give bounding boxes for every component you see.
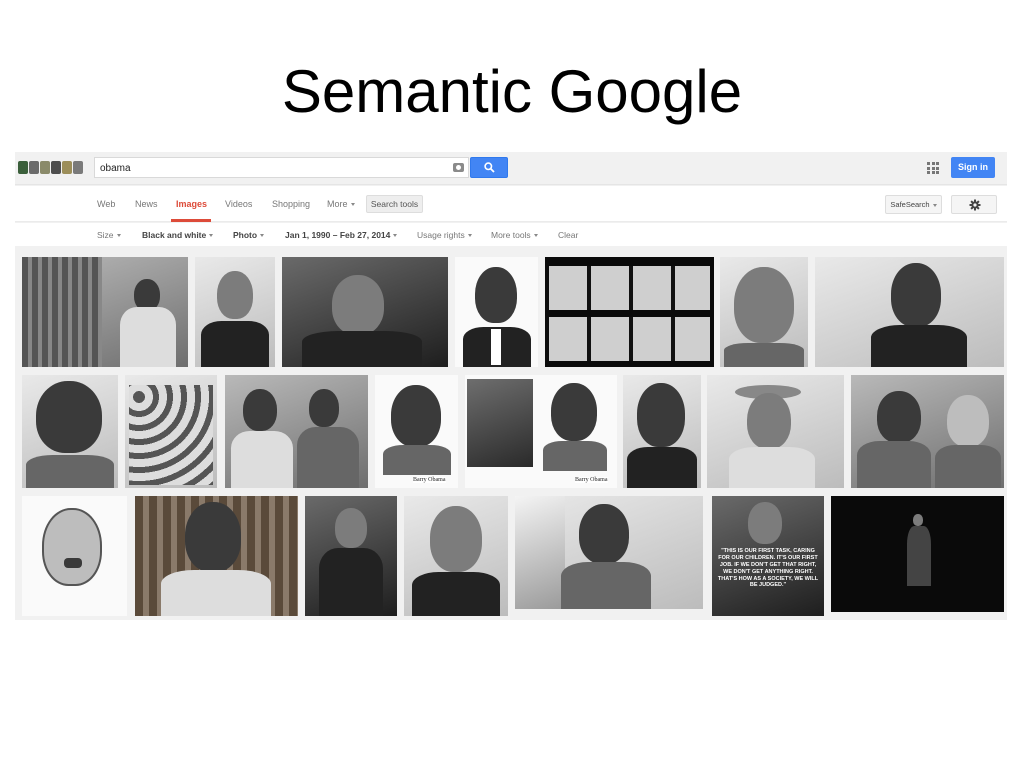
image-result[interactable] [707,375,844,488]
image-result[interactable] [22,375,118,488]
camera-icon[interactable] [453,163,464,172]
chevron-down-icon [209,234,214,238]
image-result[interactable] [455,257,538,367]
safesearch-button[interactable]: SafeSearch [885,195,942,214]
search-icon [484,162,495,173]
search-tabs-bar: Web News Images Videos Shopping More Sea… [15,186,1007,222]
search-input[interactable] [95,159,435,178]
filter-size-label: Size [97,230,114,240]
sign-in-button[interactable]: Sign in [951,157,995,178]
image-result[interactable] [225,375,368,488]
image-results-grid: Barry Obama Barry Obama "THIS IS OUR FIR… [15,246,1007,620]
chevron-down-icon [116,234,121,238]
image-result[interactable] [545,257,714,367]
image-result[interactable] [135,496,298,616]
image-result[interactable] [815,257,1004,367]
image-caption: Barry Obama [413,477,446,483]
image-result[interactable]: "THIS IS OUR FIRST TASK, CARING FOR OUR … [712,496,824,616]
filter-more-tools[interactable]: More tools [491,230,538,240]
settings-button[interactable] [951,195,997,214]
tab-more[interactable]: More [327,199,355,209]
image-result[interactable] [515,496,703,609]
image-result[interactable] [282,257,448,367]
image-result[interactable] [831,496,1004,612]
tab-videos[interactable]: Videos [225,199,252,209]
filter-time-label: Jan 1, 1990 – Feb 27, 2014 [285,230,391,240]
filter-usage-rights[interactable]: Usage rights [417,230,472,240]
gear-icon [969,199,981,211]
slide-title: Semantic Google [281,58,743,125]
filter-color[interactable]: Black and white [142,230,214,240]
apps-grid-icon[interactable] [927,162,939,174]
safesearch-label: SafeSearch [890,200,930,209]
active-tab-indicator [171,219,211,222]
image-result[interactable]: Barry Obama [375,375,458,488]
search-box [94,157,469,178]
filter-type[interactable]: Photo [233,230,265,240]
image-result[interactable] [720,257,808,367]
image-result[interactable] [851,375,1004,488]
google-images-screenshot: Sign in Web News Images Videos Shopping … [15,152,1007,620]
chevron-down-icon [932,203,937,207]
tab-shopping[interactable]: Shopping [272,199,310,209]
image-result[interactable]: Barry Obama [465,375,617,488]
filter-color-label: Black and white [142,230,207,240]
image-result[interactable] [195,257,275,367]
search-button[interactable] [470,157,508,178]
google-doodle-logo[interactable] [18,161,83,174]
filter-clear[interactable]: Clear [558,230,578,240]
search-tools-button[interactable]: Search tools [366,195,423,213]
image-result[interactable] [404,496,508,616]
tab-web[interactable]: Web [97,199,115,209]
image-result[interactable] [125,375,217,488]
filter-type-label: Photo [233,230,258,240]
filter-usage-rights-label: Usage rights [417,230,465,240]
image-caption: Barry Obama [575,477,608,483]
search-tools-filters: Size Black and white Photo Jan 1, 1990 –… [15,223,1007,246]
image-result[interactable] [623,375,701,488]
filter-time[interactable]: Jan 1, 1990 – Feb 27, 2014 [285,230,398,240]
image-result[interactable] [22,496,127,616]
image-result[interactable] [22,257,188,367]
chevron-down-icon [260,234,265,238]
header-bar: Sign in [15,152,1007,185]
chevron-down-icon [393,234,398,238]
tab-news[interactable]: News [135,199,158,209]
image-result[interactable] [305,496,397,616]
chevron-down-icon [533,234,538,238]
filter-more-tools-label: More tools [491,230,531,240]
tab-images[interactable]: Images [176,199,207,209]
image-quote-text: "THIS IS OUR FIRST TASK, CARING FOR OUR … [717,548,819,589]
chevron-down-icon [350,203,355,207]
chevron-down-icon [467,234,472,238]
tab-more-label: More [327,199,348,209]
filter-size[interactable]: Size [97,230,121,240]
